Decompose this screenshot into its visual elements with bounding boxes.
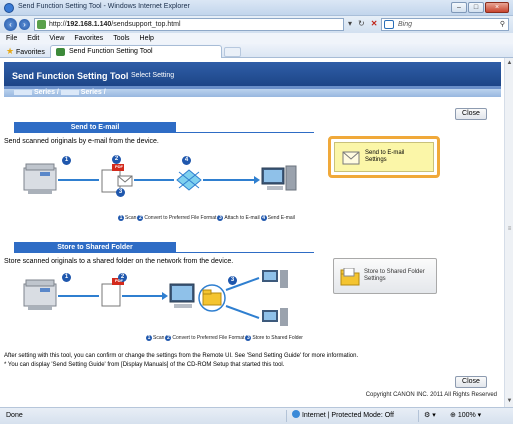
dropdown-icon[interactable]: ▾ <box>348 19 352 28</box>
note-remote-ui: After setting with this tool, you can co… <box>4 353 359 359</box>
note-manuals: * You can display 'Send Setting Guide' f… <box>4 362 285 368</box>
tab-site-icon <box>56 48 65 56</box>
address-input[interactable]: http://192.168.1.140/sendsupport_top.htm… <box>34 18 344 31</box>
email-section-description: Send scanned originals by e-mail from th… <box>4 138 159 145</box>
step-number: 3 <box>228 276 237 285</box>
url-path: /sendsupport_top.html <box>111 21 181 28</box>
menu-view[interactable]: View <box>49 33 64 44</box>
copyright-text: Copyright CANON INC. 2011 All Rights Res… <box>365 392 497 398</box>
menu-favorites[interactable]: Favorites <box>74 33 103 44</box>
email-flow-diagram: 1 2 3 4 PDF <box>14 152 314 217</box>
folder-section-description: Store scanned originals to a shared fold… <box>4 258 234 265</box>
refresh-icon[interactable]: ↻ <box>358 19 365 28</box>
globe-icon <box>292 410 300 418</box>
step-number: 2 <box>165 335 172 341</box>
star-icon: ★ <box>6 46 15 56</box>
window-title: Send Function Setting Tool - Windows Int… <box>18 3 190 10</box>
forward-button[interactable]: › <box>19 19 30 30</box>
email-flow-graphic <box>23 163 297 194</box>
close-window-button[interactable]: × <box>485 2 509 13</box>
folder-icon <box>340 268 360 286</box>
favorites-bar: ★ Favorites Send Function Setting Tool <box>0 44 513 58</box>
status-divider <box>418 410 419 422</box>
new-tab-button[interactable] <box>224 47 241 57</box>
step-number: 3 <box>217 215 224 221</box>
computer-icon <box>262 308 288 326</box>
email-settings-button-highlight: Send to E-mail Settings <box>328 136 440 178</box>
step-number: 2 <box>112 155 121 164</box>
internet-explorer-icon <box>4 3 14 13</box>
menu-edit[interactable]: Edit <box>27 33 39 44</box>
browser-tab[interactable]: Send Function Setting Tool <box>50 45 222 58</box>
favorites-button[interactable]: ★ Favorites <box>6 46 45 58</box>
menu-bar: File Edit View Favorites Tools Help <box>0 33 513 44</box>
step-number: 1 <box>62 273 71 282</box>
back-button[interactable]: ‹ <box>4 18 17 31</box>
folder-flow-diagram: 1 2 3 PDF <box>14 270 314 335</box>
step-number: 2 <box>137 215 144 221</box>
step-number: 3 <box>116 188 125 197</box>
pdf-label: PDF <box>115 164 123 169</box>
scroll-up-icon[interactable]: ▲ <box>506 60 513 67</box>
step-number: 4 <box>260 215 267 221</box>
printer-icon <box>23 279 57 310</box>
zoom-level[interactable]: ⊕ 100% ▾ <box>450 408 481 424</box>
address-tools: ▾ ↻ ✕ <box>348 19 377 28</box>
step-number: 4 <box>182 156 191 165</box>
status-text: Done <box>6 412 23 419</box>
menu-tools[interactable]: Tools <box>113 33 129 44</box>
step-number: 3 <box>245 335 252 341</box>
shared-folder-icon <box>198 284 226 312</box>
printer-icon <box>23 163 57 194</box>
minimize-button[interactable]: – <box>451 2 467 13</box>
close-button-top[interactable]: Close <box>455 108 487 120</box>
network-icon <box>176 169 202 191</box>
window-title-bar: Send Function Setting Tool - Windows Int… <box>0 0 513 16</box>
security-zone[interactable]: Internet | Protected Mode: Off <box>292 408 394 424</box>
scroll-grip-icon[interactable]: ≡ <box>506 226 513 234</box>
menu-file[interactable]: File <box>6 33 17 44</box>
status-bar: Done Internet | Protected Mode: Off ⚙ ▾ … <box>0 407 513 424</box>
page-title: Send Function Setting Tool <box>12 71 129 81</box>
scroll-down-icon[interactable]: ▼ <box>506 398 513 405</box>
store-to-shared-folder-settings-button[interactable]: Store to Shared Folder Settings <box>333 258 437 294</box>
folder-flow-graphic <box>23 270 288 326</box>
series-bar: Series / Series / <box>4 89 501 97</box>
step-number: 1 <box>146 335 152 341</box>
page-subtitle: Select Setting <box>131 72 175 79</box>
url-host: 192.168.1.140 <box>66 21 112 28</box>
page-content: Send Function Setting Tool Select Settin… <box>0 58 504 407</box>
bing-icon <box>384 20 394 29</box>
email-section-rule <box>14 132 314 133</box>
site-icon <box>37 20 46 29</box>
send-to-email-settings-button[interactable]: Send to E-mail Settings <box>334 142 434 172</box>
series-name-redacted <box>60 89 79 95</box>
search-icon[interactable]: ⚲ <box>500 19 505 30</box>
window-controls: – □ × <box>451 2 509 13</box>
footer-notes: After setting with this tool, you can co… <box>4 352 358 370</box>
menu-help[interactable]: Help <box>140 33 154 44</box>
address-toolbar: ‹ › http://192.168.1.140/sendsupport_top… <box>0 16 513 33</box>
pdf-label: PDF <box>115 278 123 283</box>
step-number: 1 <box>118 215 124 221</box>
status-divider <box>286 410 287 422</box>
computer-icon <box>262 270 288 288</box>
email-step-legend: 1 Scan 2 Convert to Preferred File Format … <box>118 215 295 221</box>
search-input[interactable]: Bing ⚲ <box>381 18 509 31</box>
folder-step-legend: 1 Scan 2 Convert to Preferred File Format … <box>146 335 303 341</box>
computer-icon <box>261 165 297 191</box>
stop-icon[interactable]: ✕ <box>371 19 378 28</box>
envelope-icon <box>342 151 360 165</box>
folder-section-rule <box>14 252 314 253</box>
close-button-bottom[interactable]: Close <box>455 376 487 388</box>
page-header: Send Function Setting Tool Select Settin… <box>4 62 501 89</box>
step-number: 1 <box>62 156 71 165</box>
envelope-icon <box>117 175 133 187</box>
vertical-scrollbar[interactable]: ▲ ≡ ▼ <box>504 58 513 407</box>
maximize-button[interactable]: □ <box>468 2 484 13</box>
computer-icon <box>169 283 195 308</box>
series-name-redacted <box>14 89 32 95</box>
page-tools-icon[interactable]: ⚙ ▾ <box>424 408 436 424</box>
